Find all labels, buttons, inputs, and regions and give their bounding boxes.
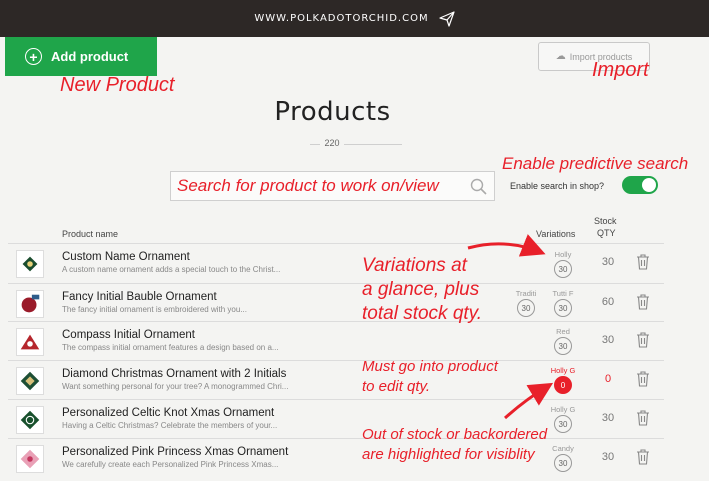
annotation-arrows (467, 234, 554, 420)
